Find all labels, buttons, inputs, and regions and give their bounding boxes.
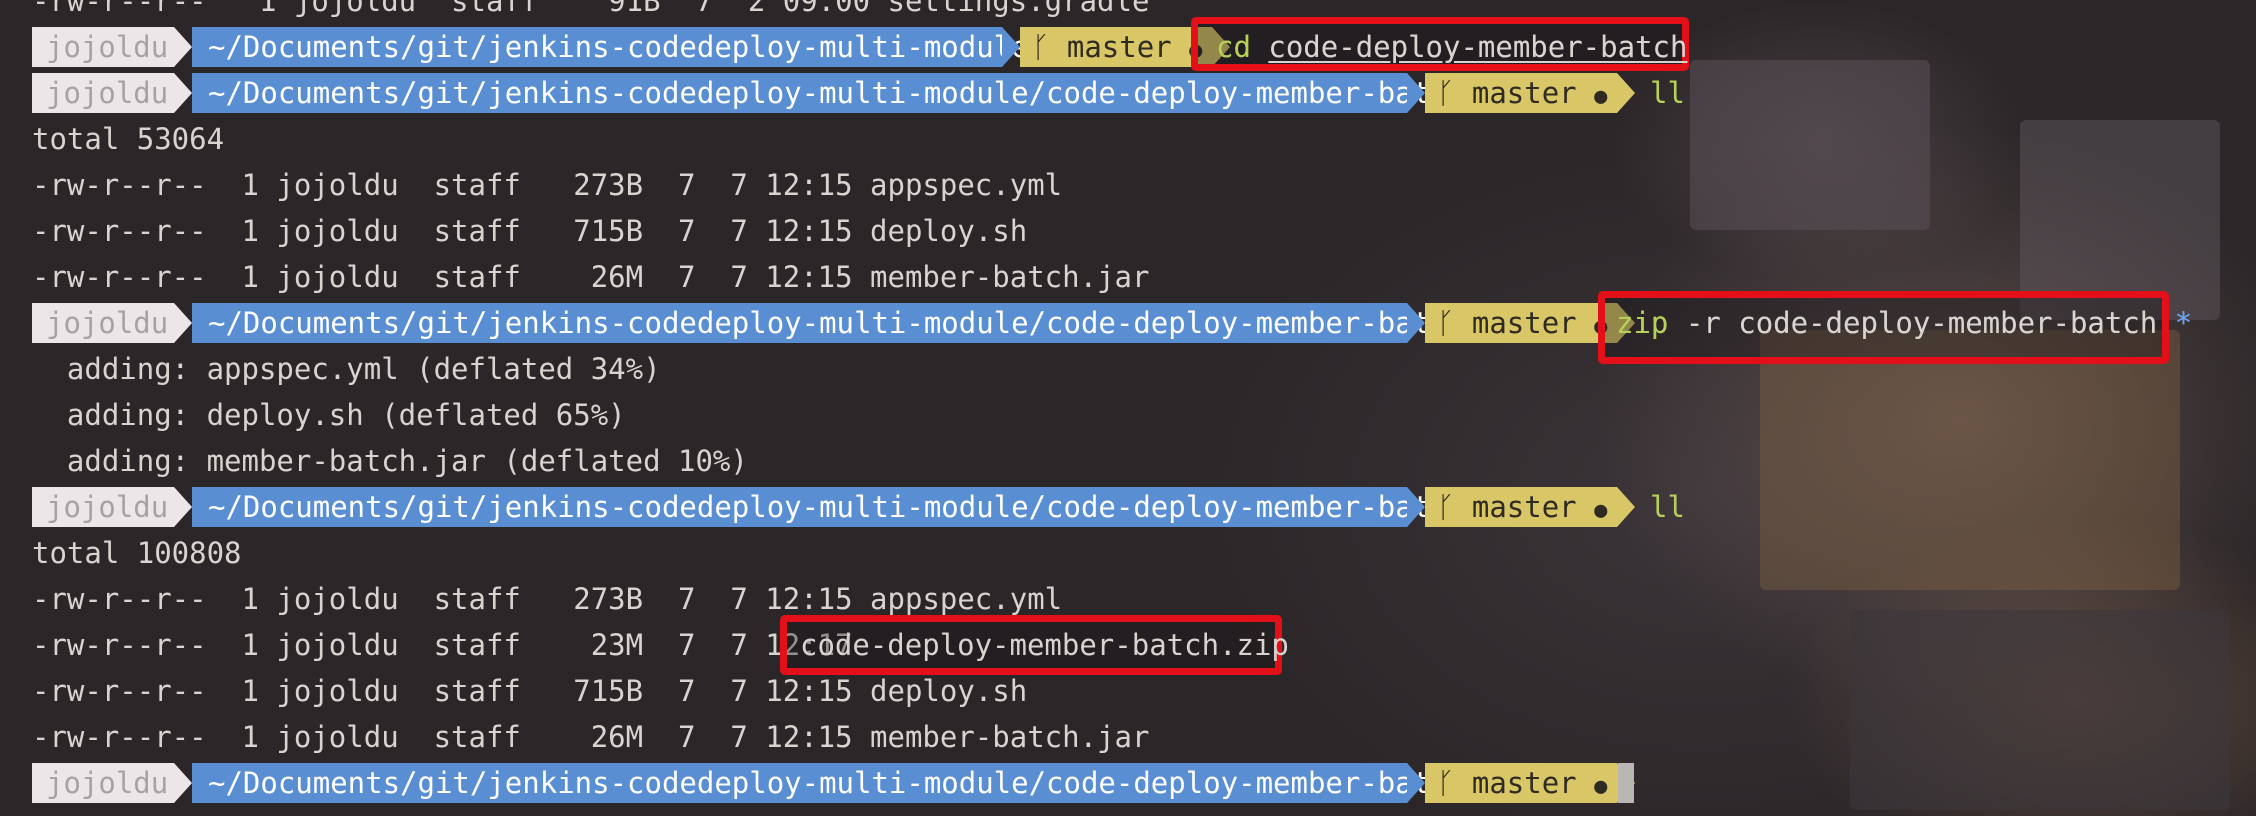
command-keyword: ll [1650, 490, 1685, 524]
output-line: adding: member-batch.jar (deflated 10%) [32, 438, 2232, 484]
output-text: total 100808 [32, 536, 242, 570]
terminal-cursor[interactable] [1618, 763, 1634, 803]
segment-arrow [174, 487, 192, 527]
git-branch-icon: ᚴ [1032, 30, 1050, 64]
git-branch-icon: ᚴ [1437, 766, 1455, 800]
output-text: -rw-r--r-- 1 jojoldu staff 26M 7 7 12:15… [32, 260, 1150, 294]
prompt-path: ~/Documents/git/jenkins-codedeploy-multi… [192, 73, 1465, 113]
segment-arrow [174, 73, 192, 113]
output-line: -rw-r--r-- 1 jojoldu staff 91B 7 2 09:00… [32, 0, 2232, 24]
highlighted-cd-command: cd code-deploy-member-batch [1216, 24, 1687, 70]
command-arguments: -r code-deploy-member-batch [1668, 306, 2175, 340]
branch-name: master [1471, 306, 1577, 340]
output-line: total 100808 [32, 530, 2232, 576]
prompt-user: jojoldu [32, 487, 174, 527]
branch-name: master [1066, 30, 1172, 64]
git-branch-icon: ᚴ [1437, 306, 1455, 340]
segment-arrow [1617, 487, 1635, 527]
prompt-user: jojoldu [32, 73, 174, 113]
branch-name: master [1471, 766, 1577, 800]
segment-arrow [1407, 73, 1425, 113]
output-text: -rw-r--r-- 1 jojoldu staff 26M 7 7 12:15… [32, 720, 1150, 754]
command-text: ll [1650, 70, 1685, 116]
prompt-branch: ᚴ master ● [1425, 763, 1617, 803]
highlighted-zip-command: zip -r code-deploy-member-batch * [1616, 300, 2192, 346]
segment-arrow [174, 303, 192, 343]
output-line: total 53064 [32, 116, 2232, 162]
dirty-indicator-icon: ● [1594, 774, 1608, 799]
output-text: total 53064 [32, 122, 225, 156]
git-branch-icon: ᚴ [1437, 76, 1455, 110]
segment-arrow [174, 27, 192, 67]
output-text: -rw-r--r-- 1 jojoldu staff 715B 7 7 12:1… [32, 214, 1028, 248]
segment-arrow [1407, 763, 1425, 803]
command-keyword: zip [1616, 306, 1669, 340]
output-line: -rw-r--r-- 1 jojoldu staff 273B 7 7 12:1… [32, 162, 2232, 208]
dirty-indicator-icon: ● [1594, 498, 1608, 523]
output-line: -rw-r--r-- 1 jojoldu staff 715B 7 7 12:1… [32, 208, 2232, 254]
output-line: -rw-r--r-- 1 jojoldu staff 26M 7 7 12:15… [32, 714, 2232, 760]
output-text: -rw-r--r-- 1 jojoldu staff 23M 7 7 12:17 [32, 628, 853, 662]
segment-arrow [174, 763, 192, 803]
segment-arrow [1407, 303, 1425, 343]
prompt-user: jojoldu [32, 303, 174, 343]
prompt-path: ~/Documents/git/jenkins-codedeploy-multi… [192, 763, 1465, 803]
prompt-line: jojoldu ~/Documents/git/jenkins-codedepl… [32, 70, 2232, 116]
prompt-branch: ᚴ master ● [1425, 303, 1617, 343]
prompt-path: ~/Documents/git/jenkins-codedeploy-multi… [192, 27, 1029, 67]
output-line: adding: deploy.sh (deflated 65%) [32, 392, 2232, 438]
segment-arrow [1407, 487, 1425, 527]
output-text: -rw-r--r-- 1 jojoldu staff 91B 7 2 09:00… [32, 0, 1150, 18]
prompt-user: jojoldu [32, 763, 174, 803]
prompt-line: jojoldu ~/Documents/git/jenkins-codedepl… [32, 24, 2232, 70]
command-keyword: cd [1216, 30, 1251, 64]
prompt-branch: ᚴ master ● [1425, 73, 1617, 113]
dirty-indicator-icon: ● [1594, 84, 1608, 109]
prompt-branch: ᚴ master ● [1425, 487, 1617, 527]
branch-name: master [1471, 490, 1577, 524]
prompt-line: jojoldu ~/Documents/git/jenkins-codedepl… [32, 760, 2232, 806]
prompt-path: ~/Documents/git/jenkins-codedeploy-multi… [192, 487, 1465, 527]
command-glob: * [2174, 306, 2193, 340]
prompt-branch: ᚴ master ● [1020, 27, 1212, 67]
command-keyword: ll [1650, 76, 1685, 110]
branch-name: master [1471, 76, 1577, 110]
prompt-line: jojoldu ~/Documents/git/jenkins-codedepl… [32, 484, 2232, 530]
output-text: -rw-r--r-- 1 jojoldu staff 273B 7 7 12:1… [32, 168, 1063, 202]
prompt-user: jojoldu [32, 27, 174, 67]
segment-arrow [1617, 73, 1635, 113]
segment-arrow [1002, 27, 1020, 67]
command-text: ll [1650, 484, 1685, 530]
git-branch-icon: ᚴ [1437, 490, 1455, 524]
command-argument: code-deploy-member-batch [1268, 30, 1688, 64]
output-text: adding: appspec.yml (deflated 34%) [32, 352, 661, 386]
output-text: adding: member-batch.jar (deflated 10%) [32, 444, 748, 478]
output-text: adding: deploy.sh (deflated 65%) [32, 398, 626, 432]
prompt-path: ~/Documents/git/jenkins-codedeploy-multi… [192, 303, 1465, 343]
highlighted-zip-filename: code-deploy-member-batch.zip [800, 628, 1289, 662]
